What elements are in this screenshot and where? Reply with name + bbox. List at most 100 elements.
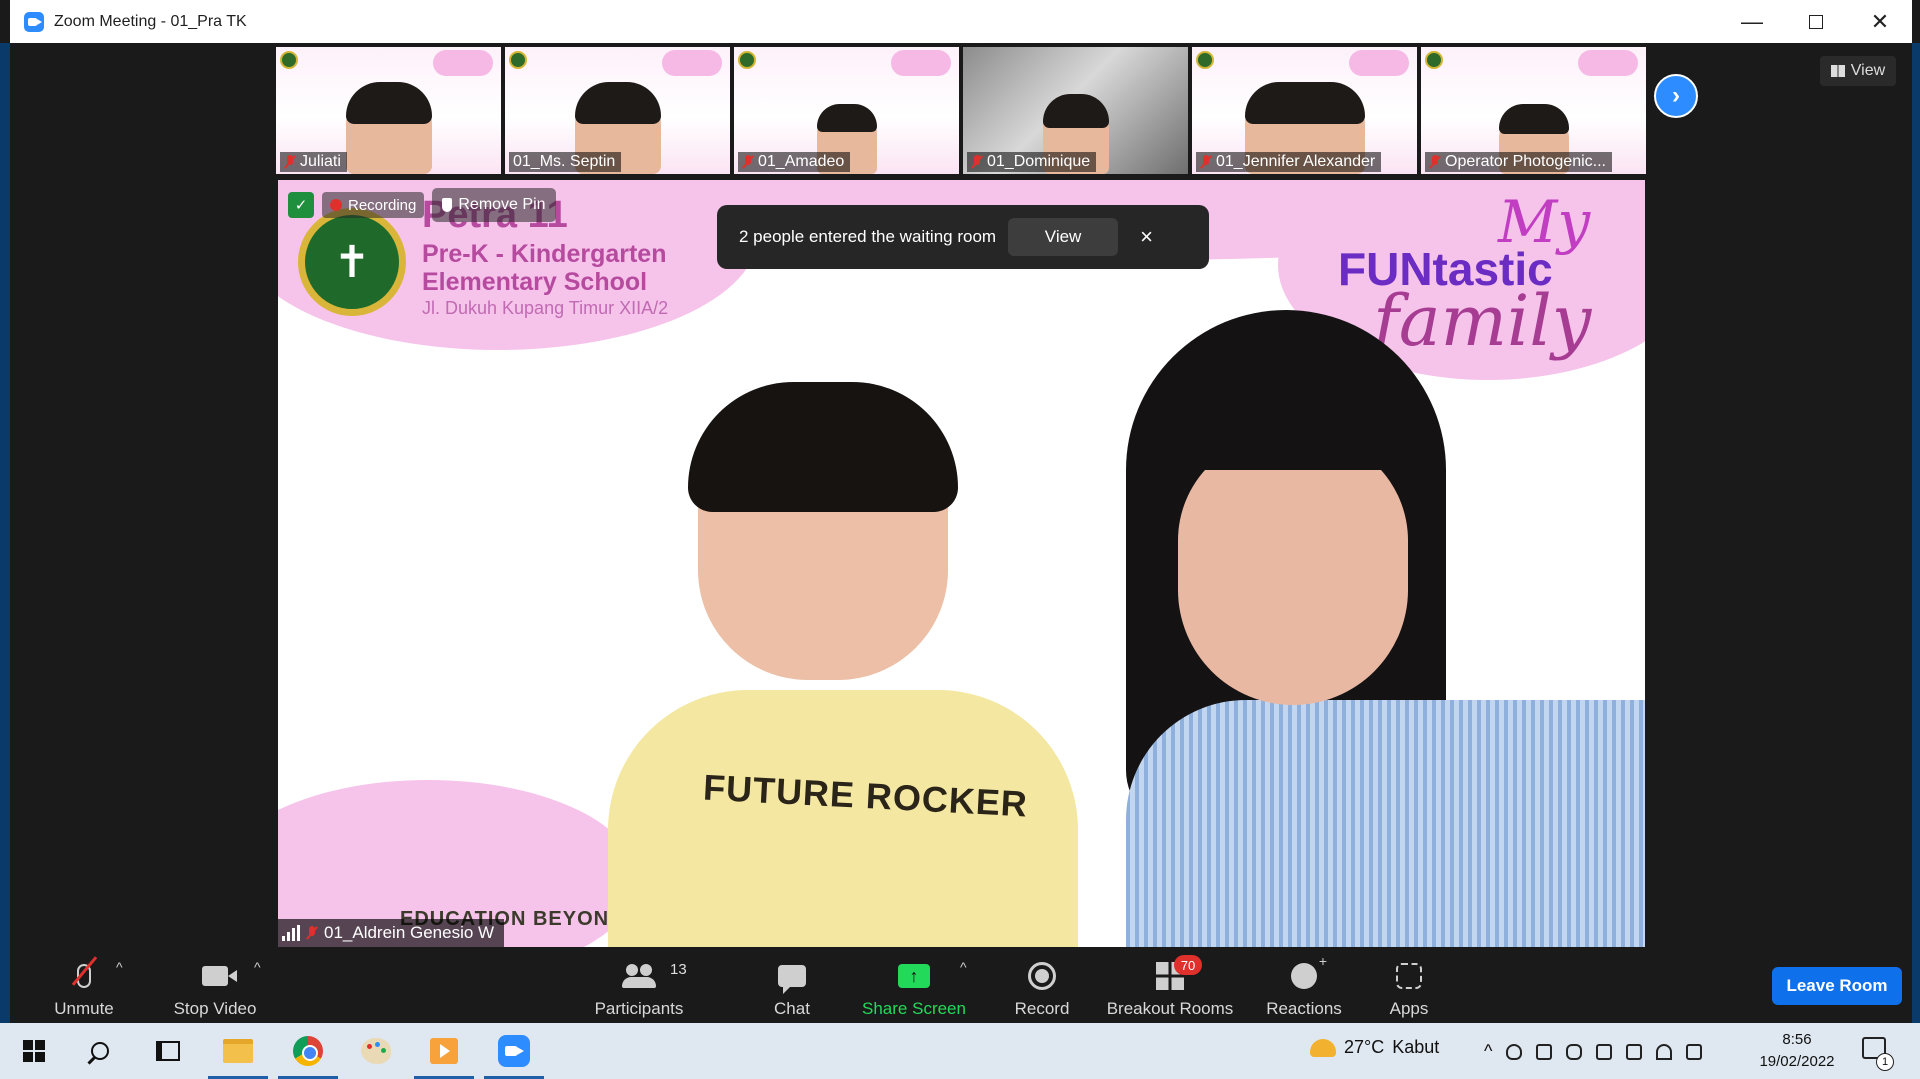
zoom-icon [498, 1035, 530, 1067]
weather-description: Kabut [1392, 1037, 1440, 1057]
participant-thumbnail[interactable]: 01_Jennifer Alexander [1192, 47, 1417, 174]
school-logo-icon [1425, 51, 1443, 69]
speaker-name-tag: 01_Aldrein Genesio W [278, 919, 505, 947]
participants-label: Participants [594, 999, 684, 1018]
unmute-button[interactable]: Unmute [44, 953, 124, 1019]
school-logo-icon [738, 51, 756, 69]
gallery-thumbnail-strip: Juliati 01_Ms. Septin 01_Amadeo 01_Domin… [276, 47, 1646, 174]
participant-name-tag: Juliati [280, 152, 347, 172]
window-title: Zoom Meeting - 01_Pra TK [54, 12, 247, 30]
person-hair [345, 82, 432, 124]
taskbar-clock[interactable]: 8:56 19/02/2022 [1752, 1029, 1842, 1073]
participant-name-tag: 01_Amadeo [738, 152, 851, 172]
clock-date: 19/02/2022 [1759, 1053, 1835, 1070]
muted-microphone-icon [71, 956, 98, 993]
paint-button[interactable] [356, 1031, 396, 1071]
breakout-rooms-icon: 70 [1156, 955, 1202, 993]
record-button[interactable]: Record [1002, 953, 1082, 1019]
show-hidden-icons-button[interactable]: ^ [1484, 1041, 1492, 1062]
chat-label: Chat [774, 999, 810, 1018]
desktop-background-left [0, 43, 10, 1023]
share-options-caret[interactable]: ^ [960, 959, 967, 975]
participant-thumbnail[interactable]: 01_Amadeo [734, 47, 959, 174]
breakout-rooms-button[interactable]: 70 Breakout Rooms [1100, 953, 1240, 1019]
meet-now-icon[interactable] [1536, 1043, 1553, 1060]
notification-message: 2 people entered the waiting room [739, 227, 997, 246]
slides-button[interactable] [414, 1031, 474, 1079]
zoom-app-icon [24, 11, 44, 32]
participants-icon: 13 [622, 959, 687, 993]
maximize-button[interactable] [1784, 0, 1848, 43]
brand-blob [891, 50, 951, 76]
notification-view-button[interactable]: View [1008, 218, 1119, 256]
participant-name: 01_Jennifer Alexander [1216, 153, 1376, 170]
child-person: FUTURE ROCKER [608, 382, 1078, 947]
wifi-icon[interactable] [1656, 1043, 1673, 1060]
recording-status: ✓ Recording Remove Pin [288, 188, 556, 222]
chevron-right-icon: › [1672, 82, 1680, 109]
school-levels: Pre-K - Kindergarten [422, 240, 667, 268]
speaker-name: 01_Aldrein Genesio W [324, 923, 495, 942]
folder-icon [223, 1039, 253, 1063]
main-speaker-video[interactable]: ✝ Petra 11 Pre-K - Kindergarten Elementa… [278, 180, 1645, 947]
video-options-caret[interactable]: ^ [254, 959, 261, 975]
share-screen-button[interactable]: ↑ Share Screen [854, 953, 974, 1019]
record-icon [1028, 959, 1056, 993]
person-hair [1244, 82, 1365, 124]
grid-view-icon [1830, 65, 1845, 77]
school-logo-icon [280, 51, 298, 69]
stop-video-label: Stop Video [173, 999, 257, 1018]
brand-blob [1578, 50, 1638, 76]
person-hair [574, 82, 661, 124]
participant-name-tag: 01_Dominique [967, 152, 1097, 172]
file-explorer-button[interactable] [208, 1031, 268, 1079]
desktop-background-right [1912, 43, 1920, 1023]
pin-icon [442, 198, 453, 212]
zoom-taskbar-button[interactable] [484, 1031, 544, 1079]
muted-mic-icon [284, 155, 296, 169]
participant-thumbnail[interactable]: 01_Ms. Septin [505, 47, 730, 174]
brand-blob [1349, 50, 1409, 76]
chrome-button[interactable] [278, 1031, 338, 1079]
muted-mic-icon [306, 926, 318, 940]
participant-thumbnail[interactable]: 01_Dominique [963, 47, 1188, 174]
participant-thumbnail[interactable]: Juliati [276, 47, 501, 174]
close-icon[interactable]: × [1140, 224, 1153, 250]
security-shield-icon[interactable]: ✓ [288, 192, 314, 218]
participant-name: 01_Dominique [987, 153, 1091, 170]
brand-blob [433, 50, 493, 76]
share-screen-label: Share Screen [862, 999, 966, 1018]
task-view-button[interactable] [148, 1031, 188, 1071]
connection-signal-icon [282, 925, 300, 941]
recording-indicator[interactable]: Recording [322, 192, 425, 218]
chat-button[interactable]: Chat [752, 953, 832, 1019]
chrome-icon [293, 1036, 323, 1066]
weather-icon [1310, 1038, 1336, 1057]
participants-button[interactable]: 13 Participants [584, 953, 694, 1019]
display-icon[interactable] [1596, 1043, 1613, 1060]
notification-count-badge: 1 [1876, 1053, 1894, 1071]
volume-icon[interactable] [1686, 1043, 1703, 1060]
next-page-button[interactable]: › [1654, 74, 1698, 118]
maximize-icon [1809, 14, 1823, 29]
apps-button[interactable]: Apps [1374, 953, 1444, 1019]
weather-widget[interactable]: 27°C Kabut [1310, 1037, 1439, 1058]
onedrive-icon[interactable] [1506, 1043, 1523, 1060]
reactions-button[interactable]: Reactions [1254, 953, 1354, 1019]
remove-pin-button[interactable]: Remove Pin [432, 188, 556, 222]
microphone-icon[interactable] [1566, 1043, 1583, 1060]
search-button[interactable] [80, 1031, 120, 1071]
audio-options-caret[interactable]: ^ [116, 959, 123, 975]
record-label: Record [1014, 999, 1070, 1018]
school-logo: ✝ [298, 208, 406, 316]
leave-room-button[interactable]: Leave Room [1772, 967, 1902, 1005]
view-layout-button[interactable]: View [1820, 56, 1896, 86]
minimize-button[interactable]: — [1720, 0, 1784, 43]
battery-icon[interactable] [1626, 1043, 1643, 1060]
participant-thumbnail[interactable]: Operator Photogenic... [1421, 47, 1646, 174]
person-hair [1042, 94, 1109, 128]
participant-name: Operator Photogenic... [1445, 153, 1606, 170]
close-window-button[interactable]: ✕ [1848, 0, 1912, 43]
clock-time: 8:56 [1782, 1031, 1812, 1048]
start-button[interactable] [14, 1031, 54, 1071]
